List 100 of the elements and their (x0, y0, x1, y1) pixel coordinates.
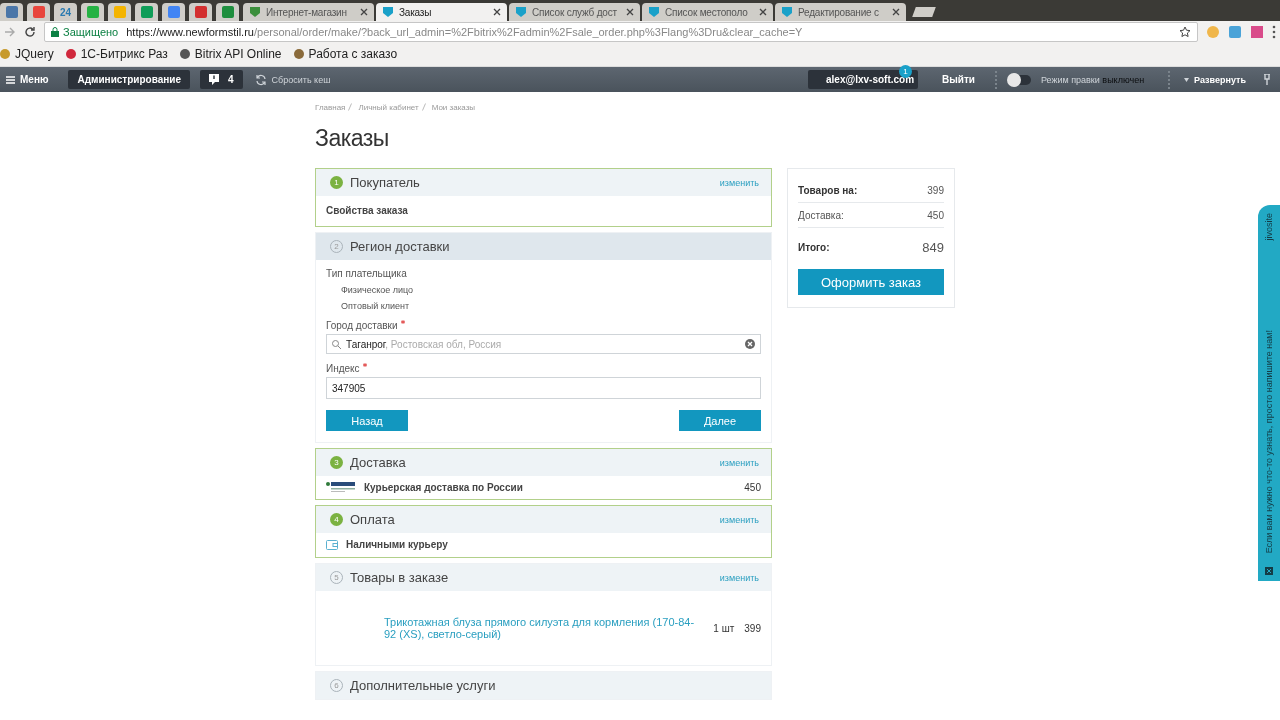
edit-mode-label: Режим правки выключен (1040, 74, 1145, 85)
page-title: Заказы (315, 125, 390, 152)
extension-icon (1228, 24, 1242, 39)
secure-label: Защищено (63, 25, 119, 38)
reset-cache-button[interactable]: Сбросить кеш (252, 73, 333, 86)
caret-icon (1184, 77, 1190, 82)
step-number-badge: 1 (330, 176, 343, 189)
back-button[interactable]: Назад (326, 410, 408, 431)
change-link[interactable]: изменить (719, 177, 759, 188)
breadcrumb-link[interactable]: Главная (315, 103, 346, 113)
delivery-price: 450 (744, 481, 761, 493)
product-price: 399 (744, 622, 761, 634)
step-title: Покупатель (350, 175, 421, 190)
next-button[interactable]: Далее (679, 410, 761, 431)
extension-icon (1206, 24, 1220, 39)
product-link[interactable]: Трикотажная блуза прямого силуэта для кормления (170-84-92 (XS), светло-серый) (384, 616, 704, 640)
close-icon (892, 8, 900, 16)
summary-label: Товаров на: (798, 184, 858, 196)
courier-logo-icon (326, 481, 356, 493)
refresh-icon (254, 73, 267, 86)
menu-icon (1272, 24, 1276, 39)
step-number-badge: 4 (330, 513, 343, 526)
chat-brand: jivosite (1264, 213, 1274, 241)
close-icon (360, 8, 368, 16)
step-title: Дополнительные услуги (350, 678, 497, 693)
step-title: Регион доставки (350, 239, 451, 254)
field-label: Индекс (326, 363, 761, 374)
lock-icon (51, 26, 59, 37)
logout-button[interactable]: Выйти (940, 74, 977, 85)
browser-tab[interactable]: Заказы (376, 3, 507, 21)
notifications-button[interactable]: 4 (200, 70, 243, 89)
step-title: Товары в заказе (350, 570, 450, 585)
edit-mode-toggle[interactable] (1008, 74, 1031, 85)
close-icon (626, 8, 634, 16)
menu-button[interactable]: Меню (4, 74, 51, 85)
pinned-tab[interactable] (189, 3, 212, 21)
pinned-tab[interactable] (81, 3, 104, 21)
extension-icon (1250, 24, 1264, 39)
pinned-tab[interactable] (216, 3, 239, 21)
clear-icon (745, 339, 755, 349)
notification-icon (209, 74, 220, 85)
bookmark[interactable]: Bitrix API Online (179, 47, 282, 61)
reload-icon (24, 25, 36, 38)
field-label: Город доставки (326, 320, 761, 331)
browser-tab[interactable]: Интернет-магазин (243, 3, 374, 21)
admin-button[interactable]: Администрирование (68, 70, 191, 89)
browser-tab[interactable]: Список местополо (642, 3, 773, 21)
payer-type-option[interactable]: Физическое лицо (341, 285, 761, 295)
pinned-tab[interactable] (108, 3, 131, 21)
browser-tab[interactable]: Список служб дост (509, 3, 640, 21)
close-icon (493, 8, 501, 16)
pinned-tab[interactable] (0, 3, 23, 21)
star-icon (1179, 25, 1191, 38)
close-icon (1265, 567, 1273, 575)
index-field[interactable]: 347905 (326, 377, 761, 399)
pinned-tab[interactable]: 24 (54, 3, 77, 21)
url-text: https://www.newformstil.ru/personal/order/make/?back_url_admin=%2Fbitrix%2Fadmin%2Fsale_order.php%3Flang%3Dru&clear_cache=Y (126, 25, 803, 38)
bookmark[interactable]: JQuery (0, 47, 54, 61)
delivery-name: Курьерская доставка по России (364, 481, 524, 493)
bookmark[interactable]: Работа с заказо (293, 47, 398, 61)
breadcrumb-link[interactable]: Личный кабинет (358, 103, 419, 113)
browser-tab[interactable]: Редактирование с (775, 3, 906, 21)
change-link[interactable]: изменить (719, 572, 759, 583)
chat-widget[interactable]: jivosite Если вам нужно что-то узнать, просто напишите нам! (1258, 205, 1280, 581)
product-quantity: 1 шт (713, 622, 735, 634)
bookmark[interactable]: 1С-Битрикс Раз (65, 47, 168, 61)
breadcrumb-link[interactable]: Мои заказы (431, 103, 476, 113)
section-label: Свойства заказа (326, 205, 409, 216)
step-number-badge: 3 (330, 456, 343, 469)
change-link[interactable]: изменить (719, 514, 759, 525)
total-value: 849 (922, 239, 944, 255)
field-label: Тип плательщика (326, 268, 408, 279)
arrow-right-icon (4, 25, 16, 38)
total-label: Итого: (798, 241, 830, 253)
checkout-button[interactable]: Оформить заказ (798, 269, 944, 295)
pinned-tab[interactable] (135, 3, 158, 21)
step-title: Доставка (350, 455, 407, 470)
step-title: Оплата (350, 512, 396, 527)
expand-button[interactable]: Развернуть (1182, 74, 1248, 85)
wallet-icon (326, 539, 338, 550)
pin-icon (1264, 74, 1270, 85)
payment-name: Наличными курьеру (346, 539, 448, 550)
payer-type-option[interactable]: Оптовый клиент (341, 301, 761, 311)
menu-icon (6, 75, 15, 84)
slash-icon (348, 103, 353, 111)
new-tab-button[interactable] (912, 7, 936, 17)
city-field[interactable]: Таганрог, Ростовская обл, Россия (326, 334, 761, 354)
summary-label: Доставка: (798, 209, 844, 221)
summary-value: 450 (927, 209, 944, 221)
change-link[interactable]: изменить (719, 457, 759, 468)
pinned-tab[interactable] (162, 3, 185, 21)
slash-icon (421, 103, 426, 111)
tab-icon-label: 24 (59, 6, 72, 18)
address-field[interactable]: Защищено https://www.newformstil.ru/personal/order/make/?back_url_admin=%2Fbitrix%2Fadmin%2Fsale_order.php%3Flang%3Dru&clear_cache=Y (44, 21, 1198, 42)
close-icon (759, 8, 767, 16)
chat-prompt: Если вам нужно что-то узнать, просто напишите нам! (1264, 329, 1274, 553)
pinned-tab[interactable] (27, 3, 50, 21)
search-icon (332, 339, 341, 349)
summary-value: 399 (927, 184, 944, 196)
city-value: Таганрог, Ростовская обл, Россия (346, 338, 503, 350)
